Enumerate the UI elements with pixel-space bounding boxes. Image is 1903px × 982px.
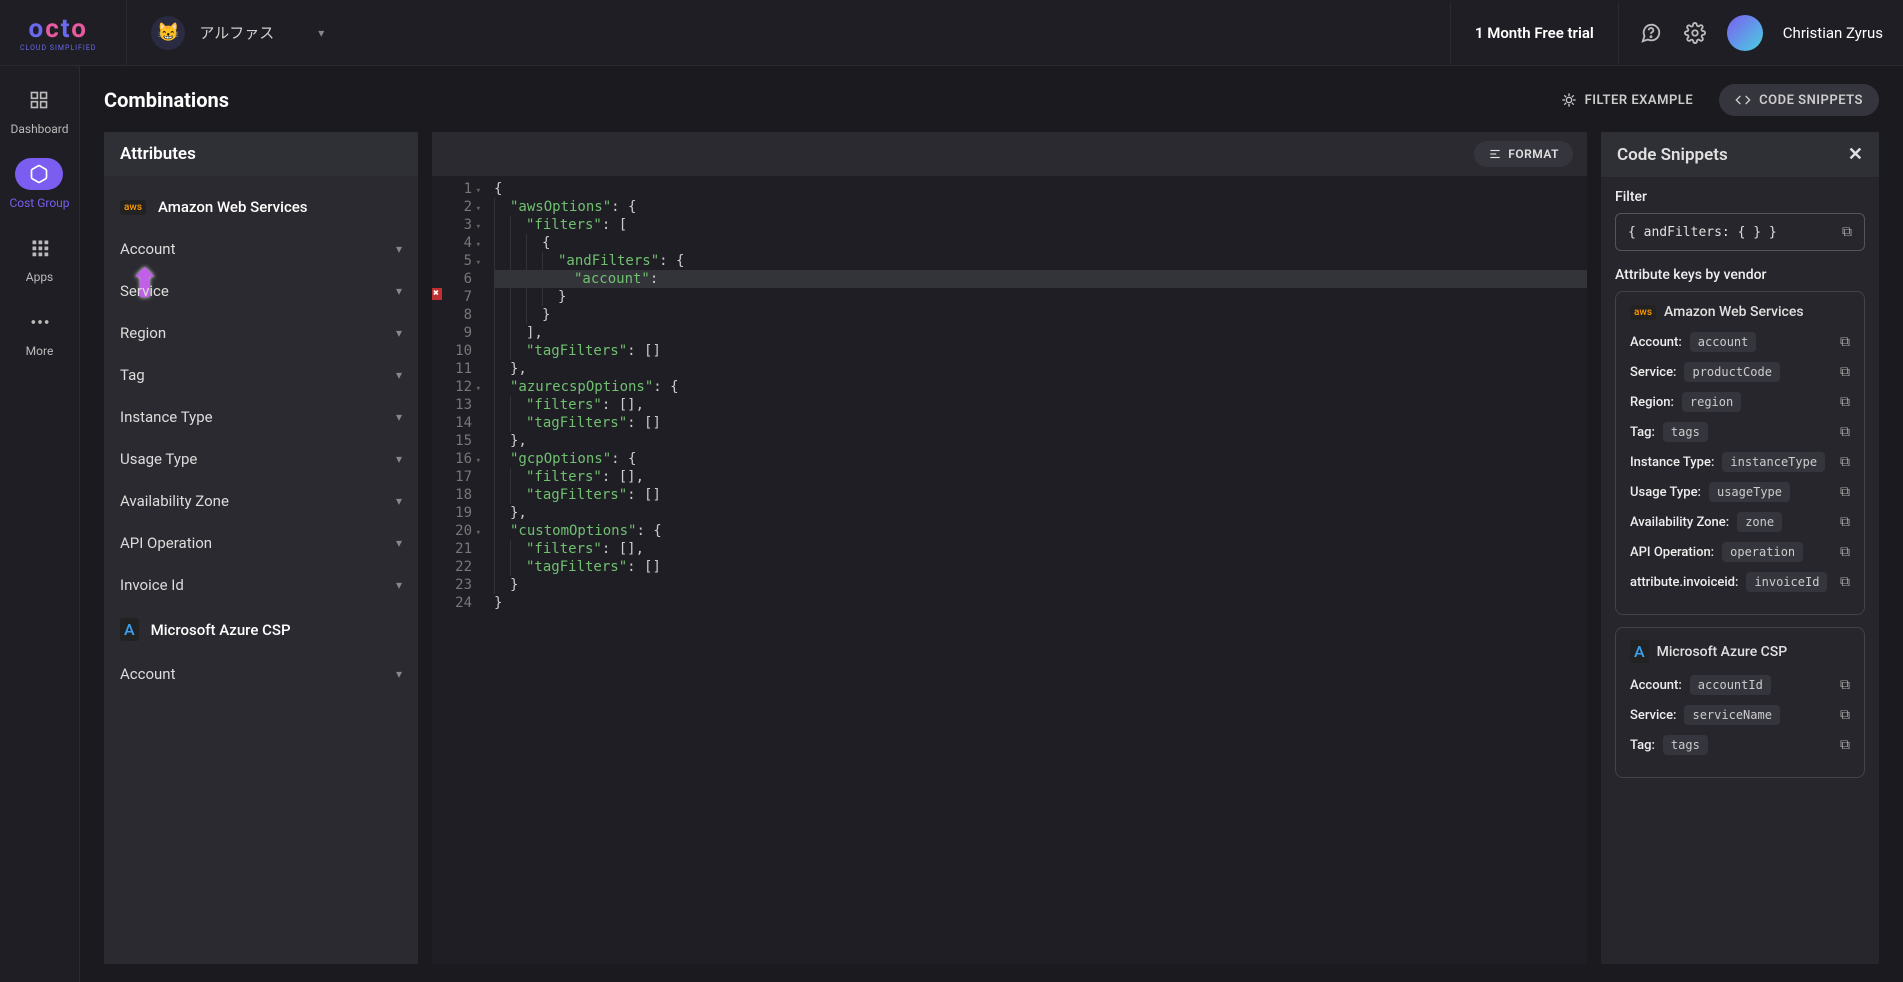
snippet-attr-row: API Operation:operation⧉ [1630, 542, 1850, 562]
org-avatar: 😸 [151, 16, 185, 50]
filter-section-label: Filter [1615, 189, 1865, 205]
nav-cost-group[interactable]: Cost Group [9, 158, 69, 210]
snippet-attr-row: Region:region⧉ [1630, 392, 1850, 412]
chevron-down-icon: ▾ [396, 284, 402, 298]
copy-icon[interactable]: ⧉ [1840, 514, 1850, 530]
snippet-attr-row: Usage Type:usageType⧉ [1630, 482, 1850, 502]
nav-more[interactable]: More [16, 306, 64, 358]
nav-apps[interactable]: Apps [16, 232, 64, 284]
snippet-attr-row: Account:accountId⧉ [1630, 675, 1850, 695]
chevron-down-icon: ▾ [396, 368, 402, 382]
copy-icon[interactable]: ⧉ [1840, 484, 1850, 500]
attr-keys-label: Attribute keys by vendor [1615, 267, 1865, 283]
chevron-down-icon: ▾ [396, 452, 402, 466]
attributes-panel: Attributes awsAmazon Web ServicesAccount… [104, 132, 418, 964]
attribute-row[interactable]: API Operation▾ [104, 522, 418, 564]
code-editor[interactable]: 123456789101112131415161718192021222324 … [432, 176, 1587, 964]
snippet-attr-row: Instance Type:instanceType⧉ [1630, 452, 1850, 472]
attribute-row[interactable]: Invoice Id▾ [104, 564, 418, 606]
attributes-title: Attributes [104, 132, 418, 176]
chevron-down-icon: ▾ [396, 578, 402, 592]
editor-panel: FORMAT 123456789101112131415161718192021… [432, 132, 1587, 964]
snippet-attr-row: attribute.invoiceid:invoiceId⧉ [1630, 572, 1850, 592]
copy-icon[interactable]: ⧉ [1840, 334, 1850, 350]
snippet-attr-row: Service:productCode⧉ [1630, 362, 1850, 382]
snippet-attr-row: Tag:tags⧉ [1630, 422, 1850, 442]
code-snippets-button[interactable]: CODE SNIPPETS [1719, 84, 1879, 116]
user-avatar[interactable] [1727, 15, 1763, 51]
copy-icon[interactable]: ⧉ [1840, 454, 1850, 470]
attribute-row[interactable]: Service▾ [104, 270, 418, 312]
snippet-attr-row: Availability Zone:zone⧉ [1630, 512, 1850, 532]
snippet-attr-row: Tag:tags⧉ [1630, 735, 1850, 755]
format-button[interactable]: FORMAT [1474, 141, 1573, 167]
close-icon[interactable]: ✕ [1848, 144, 1863, 165]
nav-rail: Dashboard Cost Group Apps More [0, 66, 80, 982]
chevron-down-icon: ▾ [396, 242, 402, 256]
filter-code-box: { andFilters: { } } ⧉ [1615, 213, 1865, 251]
logo-sub: CLOUD SIMPLIFIED [20, 44, 96, 52]
copy-icon[interactable]: ⧉ [1840, 364, 1850, 380]
attribute-row[interactable]: Tag▾ [104, 354, 418, 396]
gear-icon[interactable] [1683, 21, 1707, 45]
snippet-attr-row: Service:serviceName⧉ [1630, 705, 1850, 725]
chevron-down-icon: ▾ [396, 667, 402, 681]
chevron-down-icon: ▾ [396, 410, 402, 424]
attribute-row[interactable]: Region▾ [104, 312, 418, 354]
snippets-title: Code Snippets [1617, 145, 1728, 165]
snippet-attr-row: Account:account⧉ [1630, 332, 1850, 352]
nav-dashboard[interactable]: Dashboard [10, 84, 68, 136]
main-header: Combinations FILTER EXAMPLE CODE SNIPPET… [104, 84, 1879, 116]
copy-icon[interactable]: ⧉ [1840, 574, 1850, 590]
vendor-header: AMicrosoft Azure CSP [104, 606, 418, 653]
snippet-vendor-section: awsAmazon Web ServicesAccount:account⧉Se… [1615, 291, 1865, 615]
user-name[interactable]: Christian Zyrus [1783, 24, 1883, 42]
attribute-row[interactable]: Account▾ [104, 653, 418, 695]
attribute-row[interactable]: Availability Zone▾ [104, 480, 418, 522]
top-bar: octo CLOUD SIMPLIFIED 😸 アルファス ▾ 1 Month … [0, 0, 1903, 66]
copy-icon[interactable]: ⧉ [1840, 424, 1850, 440]
copy-icon[interactable]: ⧉ [1840, 737, 1850, 753]
trial-label[interactable]: 1 Month Free trial [1450, 2, 1619, 64]
copy-icon[interactable]: ⧉ [1840, 707, 1850, 723]
chevron-down-icon: ▾ [396, 494, 402, 508]
org-selector[interactable]: 😸 アルファス ▾ [126, 0, 324, 65]
help-icon[interactable] [1639, 21, 1663, 45]
copy-icon[interactable]: ⧉ [1842, 224, 1852, 240]
copy-icon[interactable]: ⧉ [1840, 677, 1850, 693]
org-name: アルファス [199, 22, 274, 43]
snippet-vendor-section: AMicrosoft Azure CSPAccount:accountId⧉Se… [1615, 627, 1865, 778]
chevron-down-icon: ▾ [396, 536, 402, 550]
attribute-row[interactable]: Usage Type▾ [104, 438, 418, 480]
snippets-panel: Code Snippets ✕ Filter { andFilters: { }… [1601, 132, 1879, 964]
filter-example-button[interactable]: FILTER EXAMPLE [1545, 84, 1710, 116]
copy-icon[interactable]: ⧉ [1840, 394, 1850, 410]
attribute-row[interactable]: Account▾⬆ [104, 228, 418, 270]
chevron-down-icon: ▾ [396, 326, 402, 340]
logo[interactable]: octo CLOUD SIMPLIFIED [20, 14, 96, 52]
page-title: Combinations [104, 88, 229, 112]
chevron-down-icon: ▾ [318, 26, 324, 40]
attribute-row[interactable]: Instance Type▾ [104, 396, 418, 438]
copy-icon[interactable]: ⧉ [1840, 544, 1850, 560]
vendor-header: awsAmazon Web Services [104, 186, 418, 228]
